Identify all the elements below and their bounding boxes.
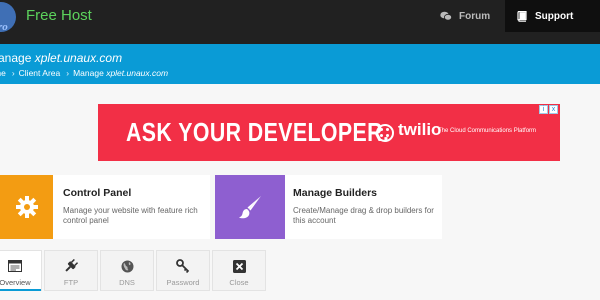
nav-support-label: Support bbox=[535, 10, 574, 22]
page-title-domain: xplet.unaux.com bbox=[34, 51, 123, 65]
breadcrumb: me › Client Area › Manage xplet.unaux.co… bbox=[0, 68, 168, 78]
ad-brand: twilio bbox=[398, 120, 442, 139]
twilio-logo-icon bbox=[376, 124, 394, 142]
tab-ftp-label: FTP bbox=[63, 278, 79, 287]
tab-dns[interactable]: DNS bbox=[100, 250, 154, 291]
close-box-icon bbox=[232, 259, 246, 273]
manage-builders-description: Create/Manage drag & drop builders for t… bbox=[293, 206, 434, 225]
page-header: anage xplet.unaux.com me › Client Area ›… bbox=[0, 44, 600, 84]
logo[interactable]: ro bbox=[0, 2, 16, 32]
tab-dns-label: DNS bbox=[119, 278, 135, 287]
tab-ftp[interactable]: FTP bbox=[44, 250, 98, 291]
tab-password-label: Password bbox=[166, 278, 200, 287]
ad-headline: ASK YOUR DEVELOPER. bbox=[126, 117, 390, 147]
plug-icon bbox=[65, 259, 78, 272]
nav-forum[interactable]: Forum bbox=[440, 0, 490, 32]
manage-builders-title: Manage Builders bbox=[293, 187, 378, 199]
manage-builders-card[interactable]: Manage Builders Create/Manage drag & dro… bbox=[215, 175, 442, 239]
breadcrumb-home[interactable]: me bbox=[0, 68, 6, 78]
globe-icon bbox=[121, 260, 133, 272]
top-navbar: ro Free Host Forum Support bbox=[0, 0, 600, 44]
ad-tagline: The Cloud Communications Platform bbox=[438, 128, 537, 134]
control-panel-title: Control Panel bbox=[63, 187, 132, 199]
tab-overview-label: Overview bbox=[0, 278, 31, 287]
browser-window-icon bbox=[8, 260, 22, 272]
key-icon bbox=[176, 259, 190, 273]
page-title: anage xplet.unaux.com bbox=[0, 51, 123, 65]
brand-name[interactable]: Free Host bbox=[26, 7, 92, 24]
control-panel-description: Manage your website with feature rich co… bbox=[63, 206, 198, 225]
chevron-right-icon: › bbox=[66, 68, 70, 78]
control-panel-card[interactable]: Control Panel Manage your website with f… bbox=[0, 175, 210, 239]
tab-overview[interactable]: Overview bbox=[0, 250, 42, 291]
control-panel-icon-box bbox=[0, 175, 53, 239]
ad-info-icon[interactable]: i bbox=[539, 105, 548, 114]
breadcrumb-client-area[interactable]: Client Area bbox=[19, 68, 61, 78]
nav-support[interactable]: Support bbox=[505, 0, 600, 32]
paintbrush-icon bbox=[239, 196, 261, 219]
tab-close-label: Close bbox=[229, 278, 249, 287]
tab-close[interactable]: Close bbox=[212, 250, 266, 291]
ad-close-icon[interactable]: x bbox=[549, 105, 558, 114]
tab-password[interactable]: Password bbox=[156, 250, 210, 291]
manage-builders-icon-box bbox=[215, 175, 285, 239]
ad-banner[interactable]: ASK YOUR DEVELOPER. twilio The Cloud Com… bbox=[98, 104, 560, 161]
book-icon bbox=[517, 10, 527, 22]
breadcrumb-current: Manage xplet.unaux.com bbox=[73, 68, 169, 78]
ad-choices: i x bbox=[539, 105, 558, 114]
chat-bubbles-icon bbox=[440, 11, 452, 21]
gear-icon bbox=[15, 196, 38, 218]
chevron-right-icon: › bbox=[11, 68, 15, 78]
nav-forum-label: Forum bbox=[459, 10, 491, 22]
